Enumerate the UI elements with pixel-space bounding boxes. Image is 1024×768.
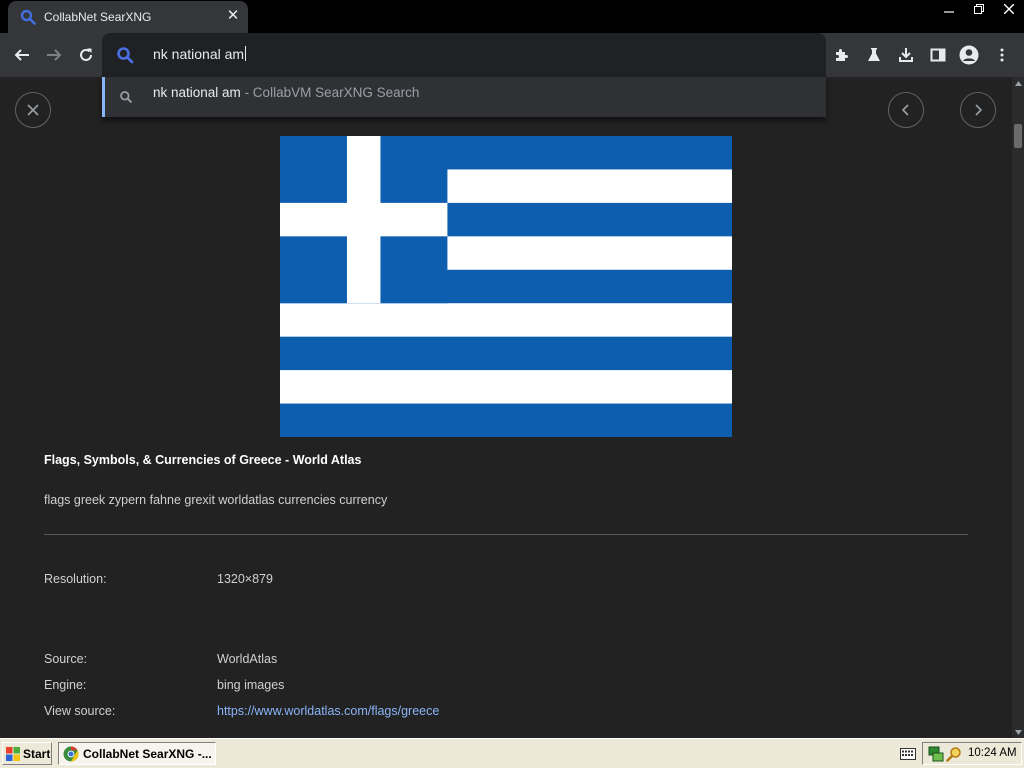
window-controls (934, 0, 1024, 18)
chevron-left-icon (901, 104, 909, 116)
search-icon (120, 91, 133, 104)
taskbar-item-browser[interactable]: CollabNet SearXNG -... (58, 742, 216, 765)
windows-logo-icon (6, 746, 20, 761)
minimize-icon (944, 11, 954, 13)
tab-title: CollabNet SearXNG (44, 10, 152, 24)
avatar-icon (959, 45, 979, 65)
source-label: Source: (44, 652, 88, 666)
arrow-left-icon (14, 49, 29, 61)
scrollbar-thumb[interactable] (1014, 124, 1022, 148)
reload-button[interactable] (72, 41, 100, 69)
search-favicon-icon (20, 9, 36, 25)
back-button[interactable] (8, 41, 36, 69)
previous-result-button[interactable] (888, 92, 924, 128)
chevron-right-icon (975, 104, 983, 116)
text-caret (245, 46, 247, 61)
start-label: Start (23, 746, 51, 761)
puzzle-icon (836, 49, 848, 61)
scroll-up-arrow-icon[interactable] (1012, 77, 1024, 89)
result-description: flags greek zypern fahne grexit worldatl… (44, 493, 388, 507)
tab-close-icon[interactable]: ✕ (224, 7, 242, 25)
start-button[interactable]: Start (2, 742, 52, 765)
clock: 10:24 AM (968, 747, 1017, 759)
suggestion-selected-bar (102, 77, 105, 117)
view-source-link[interactable]: https://www.worldatlas.com/flags/greece (217, 704, 439, 718)
taskbar-item-label: CollabNet SearXNG -... (83, 746, 212, 761)
result-title: Flags, Symbols, & Currencies of Greece -… (44, 453, 362, 467)
downloads-button[interactable] (896, 45, 916, 65)
download-icon (899, 48, 913, 62)
profile-button[interactable] (959, 45, 979, 65)
side-panel-button[interactable] (928, 45, 948, 65)
view-source-label: View source: (44, 704, 116, 718)
window-close-button[interactable] (994, 0, 1024, 18)
keyboard-icon[interactable] (900, 748, 916, 760)
windows-taskbar: Start CollabNet SearXNG -... 10:24 AM (0, 738, 1024, 768)
extensions-button[interactable] (832, 45, 852, 65)
restore-icon (974, 4, 984, 14)
minimize-button[interactable] (934, 0, 964, 18)
labs-button[interactable] (864, 45, 884, 65)
arrow-right-icon (47, 49, 62, 61)
reload-icon (80, 48, 92, 61)
more-vert-icon (1000, 48, 1004, 62)
result-detail-panel: Flags, Symbols, & Currencies of Greece -… (0, 77, 1012, 738)
resolution-value: 1320×879 (217, 572, 273, 586)
address-bar[interactable]: nk national am (102, 33, 826, 77)
restore-button[interactable] (964, 0, 994, 18)
flask-icon (868, 48, 880, 61)
menu-button[interactable] (992, 45, 1012, 65)
browser-tab[interactable]: CollabNet SearXNG ✕ (8, 1, 248, 33)
engine-label: Engine: (44, 678, 87, 692)
result-image[interactable] (280, 136, 732, 437)
side-panel-icon (930, 48, 946, 62)
forward-button[interactable] (40, 41, 68, 69)
resolution-label: Resolution: (44, 572, 107, 586)
window-close-icon (1004, 4, 1014, 14)
chrome-icon (63, 746, 79, 761)
browser-toolbar: nk national am (0, 33, 1024, 77)
window-title-bar: CollabNet SearXNG ✕ (0, 0, 1024, 33)
system-tray: 10:24 AM (922, 742, 1022, 765)
close-icon (27, 104, 39, 116)
close-detail-button[interactable] (15, 92, 51, 128)
address-input[interactable]: nk national am (153, 46, 247, 62)
suggestion-text: nk national am - CollabVM SearXNG Search (153, 85, 420, 100)
next-result-button[interactable] (960, 92, 996, 128)
omnibox-suggestion[interactable]: nk national am - CollabVM SearXNG Search (102, 77, 826, 117)
divider (44, 534, 968, 535)
scroll-down-arrow-icon[interactable] (1012, 726, 1024, 738)
source-value: WorldAtlas (217, 652, 278, 666)
magnifier-tray-icon[interactable] (946, 746, 962, 762)
network-icon[interactable] (928, 746, 944, 762)
search-icon (117, 47, 134, 64)
page-scrollbar[interactable] (1012, 77, 1024, 738)
engine-value: bing images (217, 678, 285, 692)
